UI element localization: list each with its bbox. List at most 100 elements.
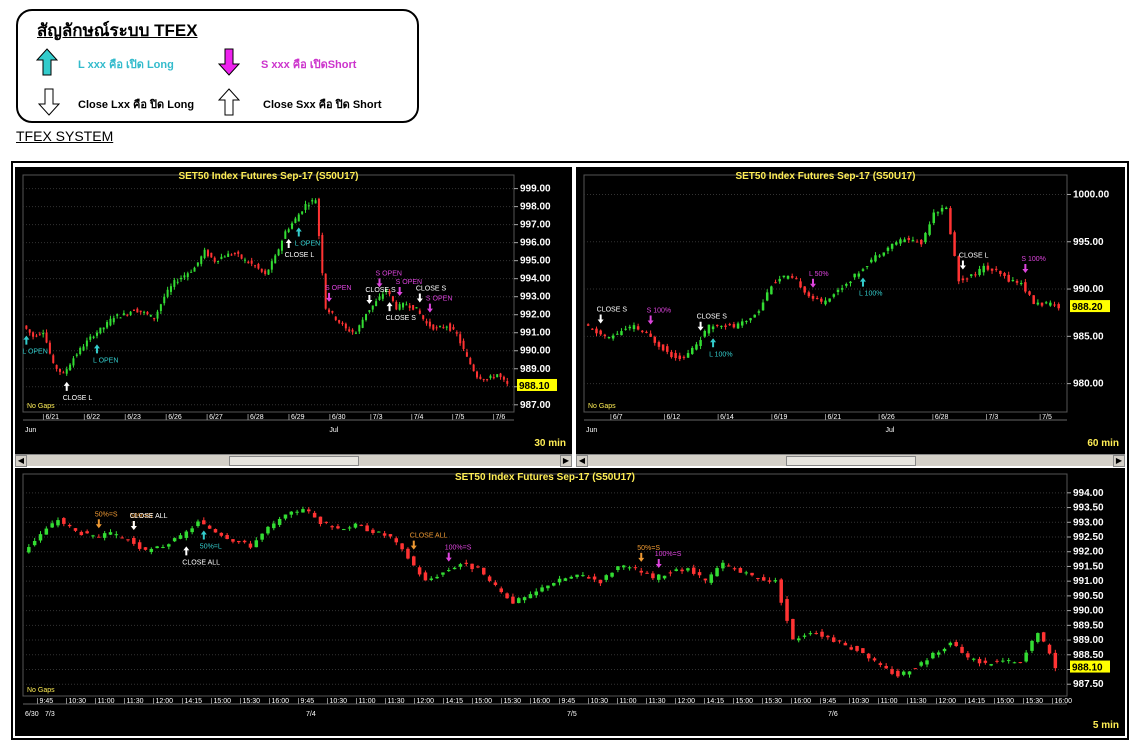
candle-body — [865, 266, 869, 268]
candle-body — [361, 319, 364, 328]
candle-body — [183, 275, 186, 278]
candle-body — [896, 670, 900, 677]
candle-body — [506, 381, 509, 384]
scrollbar-30min[interactable]: ◀ ▶ — [15, 454, 572, 467]
candle-body — [193, 267, 196, 272]
candle-body — [849, 281, 852, 284]
signal-label: CLOSE L — [63, 395, 93, 402]
candle-body — [965, 278, 969, 280]
candle-body — [132, 537, 136, 544]
scroll-thumb[interactable] — [786, 456, 916, 466]
candle-body — [284, 231, 287, 239]
candle-body — [799, 281, 802, 288]
scroll-right-icon[interactable]: ▶ — [1113, 455, 1125, 467]
candle-body — [304, 204, 307, 210]
candle-body — [227, 253, 230, 257]
candle-body — [1018, 662, 1023, 664]
x-tick-label: 16:00 — [1055, 698, 1073, 705]
signal-label: 50%=S — [637, 545, 660, 552]
candle-body — [591, 328, 594, 330]
signal-label: CLOSE S — [597, 306, 628, 313]
candle-body — [217, 261, 220, 263]
candle-body — [633, 567, 638, 569]
candle-body — [603, 334, 607, 336]
candle-body — [961, 278, 965, 281]
candle-body — [206, 250, 209, 257]
candle-body — [670, 351, 673, 358]
candle-body — [365, 525, 369, 532]
y-tick-label: 989.00 — [1073, 635, 1104, 646]
x-tick-label: 9:45 — [301, 698, 315, 705]
candle-body — [814, 633, 818, 635]
x-tick-label: 12:00 — [678, 698, 696, 705]
candle-body — [240, 254, 243, 259]
candle-body — [782, 275, 786, 278]
candle-body — [761, 577, 766, 581]
scroll-right-icon[interactable]: ▶ — [560, 455, 572, 467]
signal-label: CLOSE L — [285, 252, 315, 259]
candle-body — [231, 539, 235, 542]
candle-body — [861, 269, 865, 271]
scroll-thumb[interactable] — [229, 456, 359, 466]
candle-body — [932, 212, 936, 224]
x-tick-label: 6/21 — [828, 414, 842, 421]
candle-body — [365, 313, 368, 320]
candle-body — [169, 286, 172, 292]
candle-body — [697, 572, 702, 576]
candle-body — [347, 527, 352, 529]
scrollbar-60min[interactable]: ◀ ▶ — [576, 454, 1125, 467]
candle-body — [707, 324, 711, 334]
y-tick-label: 995.00 — [1073, 237, 1104, 248]
candle-body — [331, 310, 334, 313]
signal-arrow-up-icon — [386, 302, 393, 312]
candle-body — [289, 511, 294, 515]
x-tick-label: 7/3 — [989, 414, 999, 421]
candle-body — [297, 214, 300, 222]
candle-body — [184, 531, 189, 538]
candle-body — [1006, 660, 1011, 662]
candle-body — [163, 296, 166, 304]
candle-body — [886, 247, 890, 251]
candle-body — [417, 567, 422, 575]
y-tick-label: 999.00 — [520, 184, 551, 195]
y-tick-label: 990.00 — [520, 346, 551, 357]
chart-panel-30min: 999.00 998.00 997.00 996.00 995.00 994.00 993.… — [15, 167, 572, 454]
x-tick-label: 14:15 — [446, 698, 464, 705]
candle-body — [260, 533, 264, 540]
candle-body — [999, 270, 1002, 274]
plot-area — [22, 174, 515, 413]
candle-body — [966, 653, 970, 658]
candle-body — [99, 327, 102, 334]
candle-body — [402, 303, 405, 308]
candle-body — [890, 669, 894, 674]
signal-label: CLOSE S — [365, 287, 396, 294]
system-title: TFEX SYSTEM — [16, 128, 114, 144]
scroll-left-icon[interactable]: ◀ — [576, 455, 588, 467]
scroll-left-icon[interactable]: ◀ — [15, 455, 27, 467]
month-label: Jun — [25, 427, 36, 434]
candle-body — [620, 331, 623, 336]
candle-body — [476, 566, 480, 568]
signal-arrow-down-icon — [416, 293, 423, 303]
candle-body — [321, 235, 324, 274]
candle-body — [765, 292, 769, 301]
signal-arrow-down-icon — [410, 540, 417, 550]
chart-title: SET50 Index Futures Sep-17 (S50U17) — [455, 472, 635, 483]
y-tick-label: 992.00 — [1073, 547, 1104, 558]
signal-label: S 100% — [647, 307, 672, 314]
candle-body — [274, 255, 277, 264]
candle-body — [243, 259, 246, 261]
candle-body — [291, 223, 294, 229]
candle-body — [940, 208, 944, 212]
candle-body — [994, 268, 998, 270]
candle-body — [657, 342, 661, 347]
candle-body — [287, 229, 290, 233]
candle-body — [522, 597, 527, 601]
candle-body — [907, 671, 912, 675]
x-tick-label: 6/28 — [250, 414, 264, 421]
signal-label: 50%=S — [95, 511, 118, 518]
candle-body — [455, 332, 458, 334]
candle-body — [391, 296, 394, 301]
timeframe-label: 5 min — [1093, 720, 1119, 731]
candle-body — [1032, 295, 1035, 305]
